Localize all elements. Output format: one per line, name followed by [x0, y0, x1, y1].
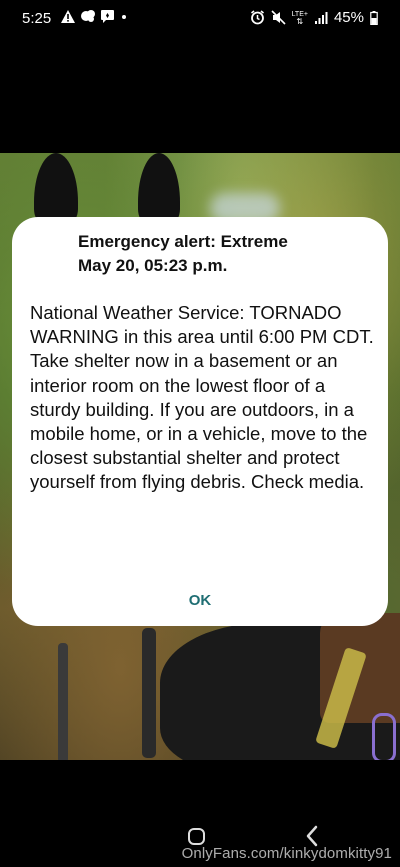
battery-percent: 45%: [333, 9, 364, 26]
lead-rope-2: [142, 628, 156, 758]
alarm-icon: [250, 10, 264, 25]
horse-ear-right: [138, 153, 180, 223]
emergency-alert-dialog: Emergency alert: Extreme May 20, 05:23 p…: [12, 217, 388, 626]
notification-bubble-icon: [81, 10, 95, 22]
signal-bars-icon: [314, 11, 328, 24]
phone-screen: 5:25 LTE+ ⇅ 45% Emergency alert: Extreme…: [0, 0, 400, 867]
watermark: OnlyFans.com/kinkydomkitty91: [181, 845, 392, 862]
alert-timestamp: May 20, 05:23 p.m.: [78, 256, 228, 275]
status-bar: 5:25 LTE+ ⇅ 45%: [0, 0, 400, 38]
dot-icon: [122, 15, 126, 19]
home-icon[interactable]: [188, 828, 205, 845]
mute-icon: [270, 10, 286, 25]
battery-icon: [370, 10, 378, 25]
lead-rope: [58, 643, 68, 760]
status-time: 5:25: [22, 10, 52, 27]
ok-button[interactable]: OK: [170, 587, 230, 615]
alert-title: Emergency alert: Extreme May 20, 05:23 p…: [78, 230, 288, 278]
alert-message: National Weather Service: TORNADO WARNIN…: [30, 302, 374, 493]
status-system-icons: LTE+ ⇅ 45%: [250, 9, 378, 26]
horse-ear-left: [34, 153, 78, 223]
lte-signal-icon: LTE+ ⇅: [291, 10, 308, 26]
alert-title-line1: Emergency alert: Extreme: [78, 232, 288, 251]
warning-icon: [61, 10, 75, 23]
status-notification-icons: [60, 9, 129, 24]
stirrup: [372, 713, 396, 760]
message-icon: [101, 10, 114, 23]
